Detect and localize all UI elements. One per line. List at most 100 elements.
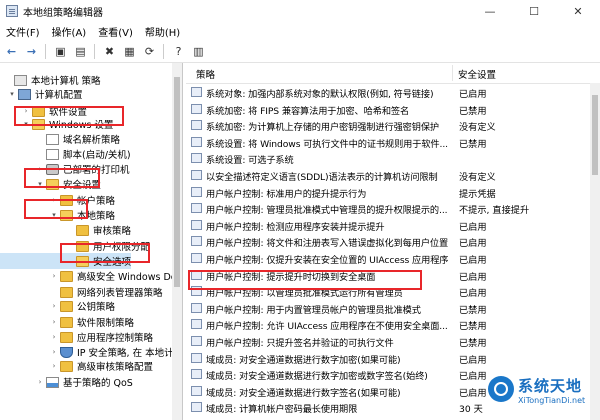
menu-view[interactable]: 查看(V) xyxy=(92,24,139,39)
expand-chevron-icon[interactable]: › xyxy=(50,272,58,280)
expand-chevron-icon[interactable]: › xyxy=(36,165,44,173)
policy-row[interactable]: 系统设置: 将 Windows 可执行文件中的证书规则用于软件... 已禁用 xyxy=(186,134,590,150)
policy-row[interactable]: 用户帐户控制: 标准用户的提升提示行为 提示凭据 xyxy=(186,184,590,200)
tree-item[interactable]: › 公钥策略 xyxy=(0,298,115,314)
policy-row[interactable]: 用户帐户控制: 检测应用程序安装并提示提升 已启用 xyxy=(186,217,590,233)
policy-name: 系统加密: 将 FIPS 兼容算法用于加密、哈希和签名 xyxy=(206,105,410,117)
policy-list-scrollbar[interactable] xyxy=(590,83,600,420)
tree-item[interactable]: › 高级审核策略配置 xyxy=(0,358,153,374)
policy-item-icon xyxy=(191,319,202,330)
policy-name: 系统设置: 可选子系统 xyxy=(206,155,294,167)
expand-chevron-icon[interactable]: › xyxy=(50,348,58,356)
policy-row[interactable]: 用户帐户控制: 将文件和注册表写入错误虚拟化到每用户位置 已启用 xyxy=(186,233,590,249)
navigation-tree: 本地计算机 策略 ▾ 计算机配置 › 软件设置 ▾ Windows 设置 域名解析策略 脚本(启… xyxy=(0,63,183,420)
tree-item-label: 帐户策略 xyxy=(77,196,116,207)
menu-file[interactable]: 文件(F) xyxy=(0,24,46,39)
tree-scrollbar[interactable] xyxy=(172,63,182,420)
policy-setting: 没有定义 xyxy=(459,122,496,134)
tree-item[interactable]: › 高级安全 Windows De xyxy=(0,268,177,284)
policy-row[interactable]: 用户帐户控制: 以管理员批准模式运行所有管理员 已启用 xyxy=(186,283,590,299)
up-folder-icon[interactable]: ▣ xyxy=(52,43,69,60)
policy-row[interactable]: 系统加密: 将 FIPS 兼容算法用于加密、哈希和签名 已禁用 xyxy=(186,101,590,117)
minimize-button[interactable]: — xyxy=(468,0,512,22)
refresh-icon[interactable]: ⟳ xyxy=(141,43,158,60)
policy-list-scroll-thumb[interactable] xyxy=(592,95,598,175)
expand-chevron-icon[interactable]: › xyxy=(50,318,58,326)
tree-item-label: Windows 设置 xyxy=(49,120,114,131)
policy-row[interactable]: 用户帐户控制: 管理员批准模式中管理员的提升权限提示的... 不提示, 直接提升 xyxy=(186,200,590,216)
tree-item[interactable]: 脚本(启动/关机) xyxy=(0,146,131,162)
tree-item-label: 基于策略的 QoS xyxy=(63,378,133,389)
policy-row[interactable]: 用户帐户控制: 只提升签名并验证的可执行文件 已禁用 xyxy=(186,333,590,349)
back-arrow-icon[interactable]: ← xyxy=(3,43,20,60)
site-watermark: 系统天地 XiTongTianDi.net xyxy=(488,372,596,416)
menu-help[interactable]: 帮助(H) xyxy=(139,24,186,39)
expand-chevron-icon[interactable]: › xyxy=(22,107,30,115)
policy-row[interactable]: 系统加密: 为计算机上存储的用户密钥强制进行强密钥保护 没有定义 xyxy=(186,117,590,133)
tree-item-label: 已部署的打印机 xyxy=(63,165,130,176)
tree-item[interactable]: › 已部署的打印机 xyxy=(0,161,130,177)
tree-item[interactable]: › 软件限制策略 xyxy=(0,314,134,330)
policy-setting: 已启用 xyxy=(459,238,487,250)
expand-chevron-icon[interactable]: › xyxy=(50,196,58,204)
watermark-logo-icon xyxy=(488,376,514,402)
doc-icon xyxy=(46,148,59,160)
collapse-chevron-icon[interactable]: ▾ xyxy=(50,211,58,219)
policy-setting: 已启用 xyxy=(459,288,487,300)
folder-icon xyxy=(32,105,45,117)
policy-row[interactable]: 用户帐户控制: 仅提升安装在安全位置的 UIAccess 应用程序 已启用 xyxy=(186,250,590,266)
policy-row[interactable]: 系统设置: 可选子系统 xyxy=(186,150,590,166)
menu-action[interactable]: 操作(A) xyxy=(46,24,93,39)
policy-setting: 已启用 xyxy=(459,221,487,233)
tree-item[interactable]: 用户权限分配 xyxy=(0,238,150,254)
tree-item[interactable]: ▾ 本地策略 xyxy=(0,207,115,223)
maximize-button[interactable]: ☐ xyxy=(512,0,556,22)
policy-row[interactable]: 以安全描述符定义语言(SDDL)语法表示的计算机访问限制 没有定义 xyxy=(186,167,590,183)
policy-item-icon xyxy=(191,369,202,380)
policy-setting: 已禁用 xyxy=(459,105,487,117)
help-icon[interactable]: ? xyxy=(170,43,187,60)
tree-item[interactable]: 域名解析策略 xyxy=(0,131,120,147)
expand-chevron-icon[interactable]: › xyxy=(50,333,58,341)
collapse-chevron-icon[interactable]: ▾ xyxy=(36,180,44,188)
tree-item[interactable]: 审核策略 xyxy=(0,222,131,238)
collapse-chevron-icon[interactable]: ▾ xyxy=(8,90,16,98)
tree-item[interactable]: › 应用程序控制策略 xyxy=(0,329,153,345)
watermark-en: XiTongTianDi.net xyxy=(518,396,586,405)
policy-row[interactable]: 用户帐户控制: 允许 UIAccess 应用程序在不使用安全桌面... 已禁用 xyxy=(186,316,590,332)
policy-name: 以安全描述符定义语言(SDDL)语法表示的计算机访问限制 xyxy=(206,172,438,183)
close-button[interactable]: ✕ xyxy=(556,0,600,22)
expand-chevron-icon[interactable]: › xyxy=(50,362,58,370)
policy-name: 用户帐户控制: 管理员批准模式中管理员的提升权限提示的... xyxy=(206,205,448,217)
forward-arrow-icon[interactable]: → xyxy=(23,43,40,60)
policy-setting: 已启用 xyxy=(459,255,487,266)
tree-item[interactable]: › 帐户策略 xyxy=(0,192,115,208)
tree-item[interactable]: ▾ 安全设置 xyxy=(0,176,101,192)
policy-row[interactable]: 用户帐户控制: 用于内置管理员帐户的管理员批准模式 已禁用 xyxy=(186,300,590,316)
expand-chevron-icon[interactable]: › xyxy=(36,378,44,386)
collapse-chevron-icon[interactable]: ▾ xyxy=(22,120,30,128)
delete-icon[interactable]: ✖ xyxy=(101,43,118,60)
policy-item-icon xyxy=(191,103,202,114)
tree-item-label: 公钥策略 xyxy=(77,302,116,313)
column-security-setting[interactable]: 安全设置 xyxy=(458,67,496,81)
shield-icon xyxy=(60,346,73,358)
column-policy[interactable]: 策略 xyxy=(196,67,215,81)
show-hide-tree-icon[interactable]: ▤ xyxy=(72,43,89,60)
policy-item-icon xyxy=(191,203,202,214)
tree-item[interactable]: › 基于策略的 QoS xyxy=(0,374,133,390)
column-divider[interactable] xyxy=(452,65,453,81)
tree-item-label: 审核策略 xyxy=(93,226,132,237)
policy-row[interactable]: 域成员: 对安全通道数据进行数字加密(如果可能) 已启用 xyxy=(186,350,590,366)
policy-item-icon xyxy=(191,269,202,280)
policy-row[interactable]: 用户帐户控制: 提示提升时切换到安全桌面 已启用 xyxy=(186,267,590,283)
filter-icon[interactable]: ▥ xyxy=(190,43,207,60)
properties-icon[interactable]: ▦ xyxy=(121,43,138,60)
tree-item[interactable]: 安全选项 xyxy=(0,253,132,269)
tree-scroll-thumb[interactable] xyxy=(174,77,180,287)
tree-item[interactable]: ▾ Windows 设置 xyxy=(0,116,113,132)
policy-row[interactable]: 系统对象: 加强内部系统对象的默认权限(例如, 符号链接) 已启用 xyxy=(186,84,590,100)
tree-item[interactable]: ▾ 计算机配置 xyxy=(0,86,83,102)
policy-item-icon xyxy=(191,153,202,164)
expand-chevron-icon[interactable]: › xyxy=(50,302,58,310)
